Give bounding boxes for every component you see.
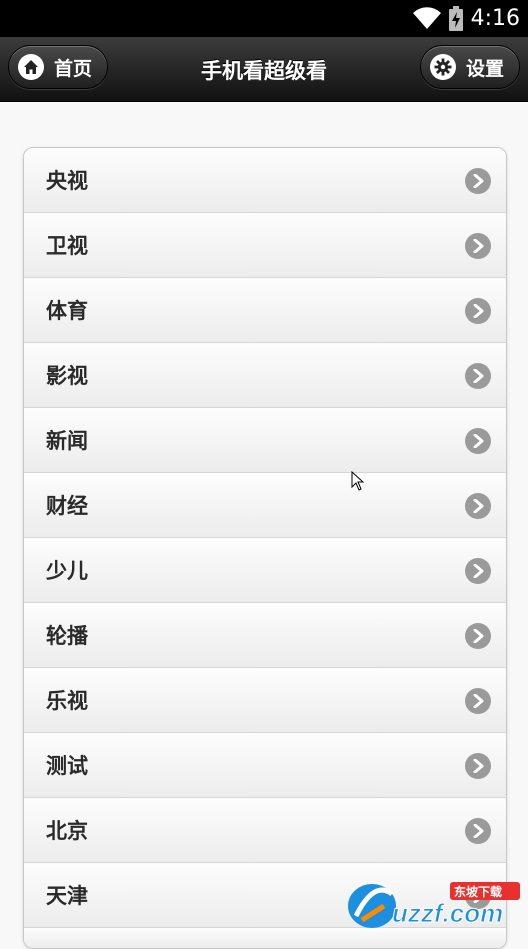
list-item-label: 轮播 — [46, 624, 88, 648]
list-item-label: 财经 — [46, 494, 88, 518]
status-bar: 4:16 — [0, 0, 528, 37]
chevron-right-icon — [465, 298, 491, 324]
chevron-right-icon — [465, 168, 491, 194]
settings-button-label: 设置 — [466, 57, 505, 80]
wifi-icon — [413, 7, 441, 29]
chevron-right-icon — [465, 818, 491, 844]
list-item-7[interactable]: 轮播 — [24, 602, 506, 667]
list-item-8[interactable]: 乐视 — [24, 667, 506, 732]
list-item-label: 卫视 — [46, 234, 88, 258]
list-item-label: 影视 — [46, 364, 88, 388]
home-icon — [18, 54, 44, 80]
status-time: 4:16 — [470, 6, 520, 31]
gear-icon — [430, 54, 456, 80]
watermark-logo: 东坡下载 uzzf.com — [344, 876, 524, 932]
list-item-label: 测试 — [46, 754, 88, 778]
watermark-text: uzzf.com — [391, 898, 504, 929]
chevron-right-icon — [465, 428, 491, 454]
list-item-label: 天津 — [46, 884, 88, 908]
app-header: 首页 手机看超级看 设置 — [0, 37, 528, 102]
category-list: 央视 卫视 体育 影视 新闻 财经 少儿 轮播 乐视 测试 北京 天津 — [23, 147, 507, 949]
mouse-cursor-icon — [351, 471, 365, 491]
chevron-right-icon — [465, 233, 491, 259]
list-item-1[interactable]: 卫视 — [24, 212, 506, 277]
battery-charging-icon — [449, 6, 463, 31]
list-item-0[interactable]: 央视 — [24, 148, 506, 212]
chevron-right-icon — [465, 753, 491, 779]
list-item-label: 体育 — [46, 299, 88, 323]
chevron-right-icon — [465, 363, 491, 389]
settings-button[interactable]: 设置 — [420, 45, 520, 89]
chevron-right-icon — [465, 623, 491, 649]
list-item-label: 少儿 — [46, 559, 88, 583]
list-item-4[interactable]: 新闻 — [24, 407, 506, 472]
chevron-right-icon — [465, 493, 491, 519]
page-title: 手机看超级看 — [201, 59, 327, 83]
home-button-label: 首页 — [54, 57, 93, 80]
list-item-6[interactable]: 少儿 — [24, 537, 506, 602]
list-item-3[interactable]: 影视 — [24, 342, 506, 407]
list-item-label: 央视 — [46, 169, 88, 193]
list-item-9[interactable]: 测试 — [24, 732, 506, 797]
list-item-10[interactable]: 北京 — [24, 797, 506, 862]
list-item-label: 新闻 — [46, 429, 88, 453]
list-item-5[interactable]: 财经 — [24, 472, 506, 537]
list-item-2[interactable]: 体育 — [24, 277, 506, 342]
home-button[interactable]: 首页 — [8, 45, 108, 89]
list-item-label: 北京 — [46, 819, 88, 843]
chevron-right-icon — [465, 558, 491, 584]
chevron-right-icon — [465, 688, 491, 714]
list-item-label: 乐视 — [46, 689, 88, 713]
